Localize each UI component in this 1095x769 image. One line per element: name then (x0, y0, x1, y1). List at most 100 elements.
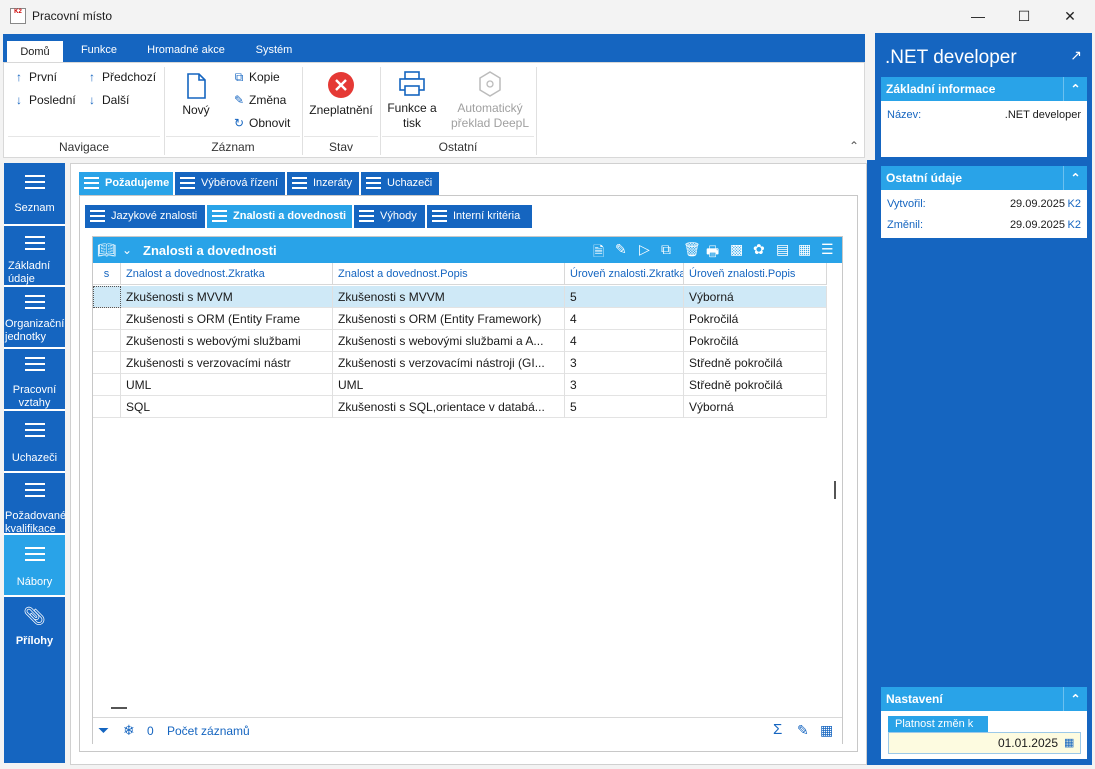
minimize-button[interactable]: — (955, 0, 1001, 32)
table-row[interactable]: Zkušenosti s MVVM Zkušenosti s MVVM 5 Výbor… (93, 286, 827, 308)
open-external-icon[interactable]: ↗ (1070, 47, 1082, 64)
vertical-scrollbar[interactable] (834, 481, 836, 499)
group-label-zaznam: Záznam (166, 136, 300, 156)
nav-item-prilohy[interactable]: 📎︎ Přílohy (4, 597, 65, 659)
cell-uroven-popis: Pokročilá (684, 308, 827, 330)
cell-uroven-popis: Výborná (684, 396, 827, 418)
menu-icon (90, 210, 105, 222)
chevron-down-icon[interactable]: ⌄ (122, 243, 132, 257)
menu-icon (359, 210, 374, 222)
ribbon-separator (302, 67, 303, 155)
filter-icon[interactable]: ⏷ (98, 722, 109, 739)
column-header-s[interactable]: s (93, 263, 121, 285)
deepl-icon (479, 71, 501, 97)
section-header-nastaveni[interactable]: Nastavení ⌃ (881, 687, 1087, 711)
edit-button[interactable]: ✎ Změna (232, 93, 286, 107)
tab-jazykove-znalosti[interactable]: Jazykové znalosti (85, 205, 205, 228)
copy-button[interactable]: ⧉ Kopie (232, 70, 280, 85)
new-document-icon[interactable]: 🗎︎ (593, 241, 604, 265)
nav-item-pracovni-vztahy[interactable]: Pracovní vztahy (4, 349, 65, 411)
columns-icon[interactable]: ▤ (776, 241, 789, 258)
export-icon[interactable]: ▦ (798, 241, 811, 258)
cell-zkratka: Zkušenosti s webovými službami (121, 330, 333, 352)
column-header-popis[interactable]: Znalost a dovednost.Popis (333, 263, 565, 285)
nav-item-nabory[interactable]: Nábory (4, 535, 65, 597)
menu-icon (84, 177, 99, 189)
column-header-uroven-popis[interactable]: Úroveň znalosti.Popis (684, 263, 827, 285)
validity-date-field[interactable]: 01.01.2025 (888, 732, 1081, 754)
tab-vyhody[interactable]: Výhody (354, 205, 425, 228)
ribbon-tab-domu[interactable]: Domů (7, 39, 63, 62)
nav-item-zakladni-udaje[interactable]: Základní údaje (4, 226, 65, 287)
ribbon-tab-system[interactable]: Systém (243, 39, 305, 62)
cell-uroven-popis: Středně pokročilá (684, 352, 827, 374)
chevron-up-icon[interactable]: ⌃ (1063, 77, 1087, 101)
invalidate-button[interactable]: Zneplatnění (306, 71, 376, 118)
chevron-up-icon[interactable]: ⌃ (1063, 166, 1087, 190)
table-row[interactable]: UML UML 3 Středně pokročilá (93, 374, 827, 396)
chevron-up-icon[interactable]: ⌃ (1063, 687, 1087, 711)
next-button[interactable]: ↓ Další (85, 93, 129, 107)
printer-icon[interactable]: 🖶︎ (706, 241, 719, 265)
sum-icon[interactable]: Σ (773, 721, 782, 738)
table-add-icon[interactable]: ▦ (820, 722, 833, 739)
pencil-icon: ✎ (233, 93, 245, 107)
horizontal-scrollbar[interactable] (111, 707, 127, 709)
group-icon[interactable]: ✿ (753, 241, 765, 258)
bar-chart-icon[interactable]: ▩ (730, 241, 743, 258)
ribbon-tab-hromadne-akce[interactable]: Hromadné akce (135, 39, 237, 62)
play-icon[interactable]: ▷ (639, 241, 650, 258)
table-row[interactable]: Zkušenosti s ORM (Entity Frame Zkušenosti… (93, 308, 827, 330)
cell-s (93, 396, 121, 418)
first-button[interactable]: ↑ První (12, 70, 57, 84)
table-row[interactable]: SQL Zkušenosti s SQL,orientace v databá..… (93, 396, 827, 418)
maximize-button[interactable]: ☐ (1001, 0, 1047, 32)
tab-pozadujeme[interactable]: Požadujeme (79, 172, 173, 195)
menu-icon (24, 295, 45, 309)
nav-item-organizacni-jednotky[interactable]: Organizační jednotky (4, 287, 65, 349)
nav-item-pozadovane-kvalifikace[interactable]: Požadované kvalifikace (4, 473, 66, 535)
snowflake-icon[interactable]: ❄ (123, 722, 135, 739)
cell-popis: Zkušenosti s MVVM (333, 286, 565, 308)
ribbon: ↑ První ↓ Poslední ↑ Předchozí ↓ Další Navig… (3, 62, 865, 158)
cell-zkratka: Zkušenosti s verzovacími nástr (121, 352, 333, 374)
pencil-icon[interactable]: ✎ (797, 722, 809, 739)
tab-uchazeci[interactable]: Uchazeči (361, 172, 439, 195)
functions-print-button[interactable]: Funkce a tisk (384, 71, 440, 131)
cell-uroven-zkratka: 5 (565, 286, 684, 308)
tab-inzeraty[interactable]: Inzeráty (287, 172, 359, 195)
column-header-zkratka[interactable]: Znalost a dovednost.Zkratka (121, 263, 333, 285)
menu-icon (292, 177, 307, 189)
record-count-label[interactable]: Počet záznamů (167, 724, 250, 738)
window-title: Pracovní místo (32, 9, 113, 23)
section-header-zakladni[interactable]: Základní informace ⌃ (881, 77, 1087, 101)
last-button[interactable]: ↓ Poslední (12, 93, 76, 107)
deepl-translate-button[interactable]: Automatický překlad DeepL (448, 71, 532, 131)
menu-icon (212, 210, 227, 222)
copy-icon[interactable]: ⧉ (661, 241, 671, 258)
ribbon-tab-bar: Domů Funkce Hromadné akce Systém (3, 34, 865, 62)
new-record-button[interactable]: Nový (176, 73, 216, 118)
section-header-ostatni[interactable]: Ostatní údaje ⌃ (881, 166, 1087, 190)
tab-znalosti-a-dovednosti[interactable]: Znalosti a dovednosti (207, 205, 352, 228)
previous-button[interactable]: ↑ Předchozí (85, 70, 156, 84)
ribbon-tab-funkce[interactable]: Funkce (69, 39, 129, 62)
menu-icon[interactable]: ☰ (821, 241, 834, 258)
table-row[interactable]: Zkušenosti s webovými službami Zkušenosti… (93, 330, 827, 352)
collapse-ribbon-icon[interactable]: ⌃ (849, 139, 859, 153)
close-window-button[interactable]: ✕ (1047, 0, 1093, 32)
panel-splitter[interactable] (867, 160, 875, 765)
nav-item-uchazeci[interactable]: Uchazeči (4, 411, 65, 473)
list-icon (24, 236, 45, 250)
table-row[interactable]: Zkušenosti s verzovacími nástr Zkušenosti… (93, 352, 827, 374)
column-header-uroven-zkratka[interactable]: Úroveň znalosti.Zkratka (565, 263, 684, 285)
book-icon[interactable]: 📖︎ (97, 241, 116, 259)
nav-item-seznam[interactable]: Seznam (4, 163, 65, 226)
ribbon-separator (380, 67, 381, 155)
trash-icon[interactable]: 🗑︎ (683, 241, 701, 258)
calendar-icon[interactable]: ▦ (1064, 736, 1074, 749)
tab-vyberova-rizeni[interactable]: Výběrová řízení (175, 172, 285, 195)
pencil-icon[interactable]: ✎ (615, 241, 627, 258)
refresh-button[interactable]: ↻ Obnovit (232, 116, 290, 130)
tab-interni-kriteria[interactable]: Interní kritéria (427, 205, 532, 228)
